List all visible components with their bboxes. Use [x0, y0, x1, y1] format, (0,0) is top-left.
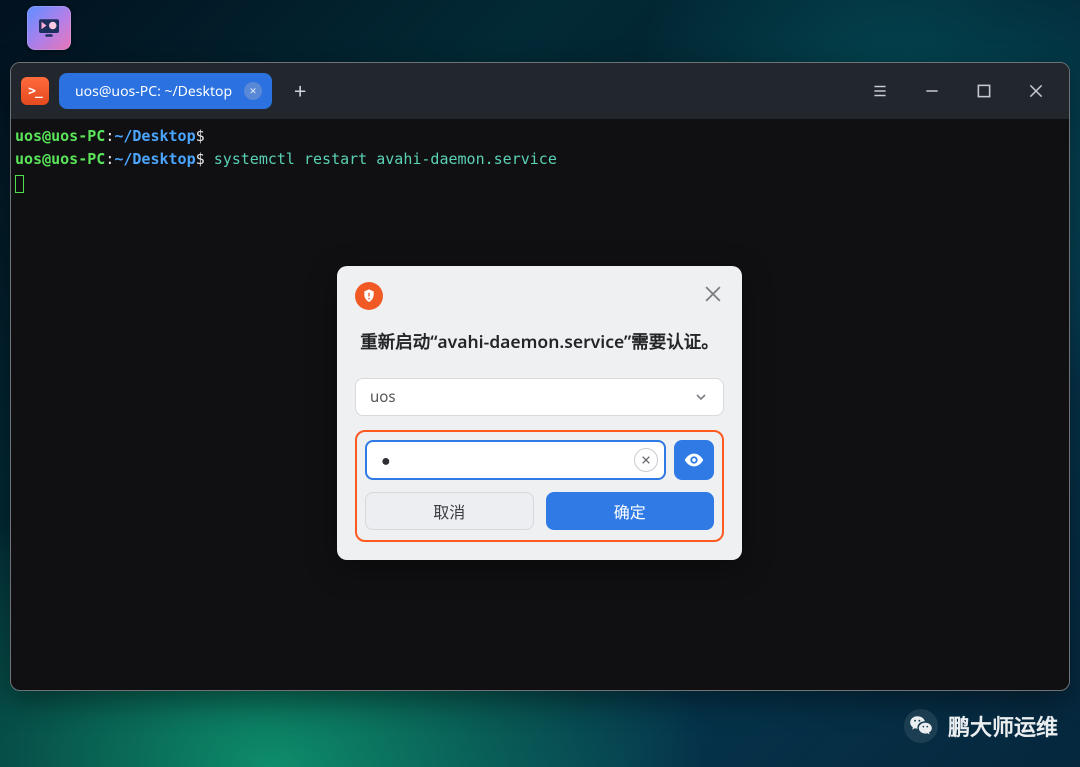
watermark-text: 鹏大师运维 — [948, 710, 1058, 742]
terminal-cursor — [15, 175, 24, 193]
cancel-button[interactable]: 取消 — [365, 492, 534, 530]
terminal-app-icon — [21, 77, 49, 105]
prompt-symbol: $ — [196, 127, 205, 145]
close-icon — [702, 283, 724, 305]
eye-icon — [683, 449, 705, 471]
x-icon — [641, 455, 651, 465]
watermark: 鹏大师运维 — [904, 709, 1058, 743]
ok-button[interactable]: 确定 — [546, 492, 715, 530]
toggle-password-visibility-button[interactable] — [674, 440, 714, 480]
password-mask: ● — [381, 449, 634, 471]
user-select-value: uos — [370, 387, 396, 407]
tab-title: uos@uos-PC: ~/Desktop — [75, 82, 232, 101]
close-icon — [1027, 82, 1045, 100]
terminal-body[interactable]: uos@uos-PC:~/Desktop$ uos@uos-PC:~/Deskt… — [11, 119, 1069, 199]
dialog-close-button[interactable] — [702, 283, 724, 310]
prompt-symbol: $ — [196, 150, 205, 168]
maximize-button[interactable] — [975, 82, 993, 100]
auth-dialog: 重新启动“avahi-daemon.service”需要认证。 uos ● 取消… — [337, 266, 742, 560]
desktop-launcher-icon[interactable] — [27, 6, 71, 50]
minimize-button[interactable] — [923, 82, 941, 100]
prompt-path: ~/Desktop — [114, 150, 195, 168]
hamburger-icon — [871, 82, 889, 100]
prompt-user: uos@uos-PC — [15, 150, 105, 168]
tab-close-button[interactable]: × — [244, 82, 262, 100]
titlebar: uos@uos-PC: ~/Desktop × + — [11, 63, 1069, 119]
monitor-icon — [34, 13, 64, 43]
terminal-tab[interactable]: uos@uos-PC: ~/Desktop × — [59, 73, 272, 109]
prompt-user: uos@uos-PC — [15, 127, 105, 145]
chevron-down-icon — [693, 389, 709, 405]
prompt-path: ~/Desktop — [114, 127, 195, 145]
prompt-separator: : — [105, 150, 114, 168]
wechat-icon — [904, 709, 938, 743]
clear-password-button[interactable] — [634, 448, 658, 472]
shield-alert-icon — [355, 282, 383, 310]
terminal-command: systemctl restart avahi-daemon.service — [214, 150, 557, 168]
window-close-button[interactable] — [1027, 82, 1045, 100]
minimize-icon — [923, 82, 941, 100]
password-field[interactable]: ● — [365, 440, 666, 480]
auth-message: 重新启动“avahi-daemon.service”需要认证。 — [359, 328, 720, 356]
credential-highlight: ● 取消 确定 — [355, 430, 724, 542]
maximize-icon — [975, 82, 993, 100]
prompt-separator: : — [105, 127, 114, 145]
hamburger-menu-button[interactable] — [871, 82, 889, 100]
new-tab-button[interactable]: + — [282, 76, 318, 106]
user-select[interactable]: uos — [355, 378, 724, 416]
